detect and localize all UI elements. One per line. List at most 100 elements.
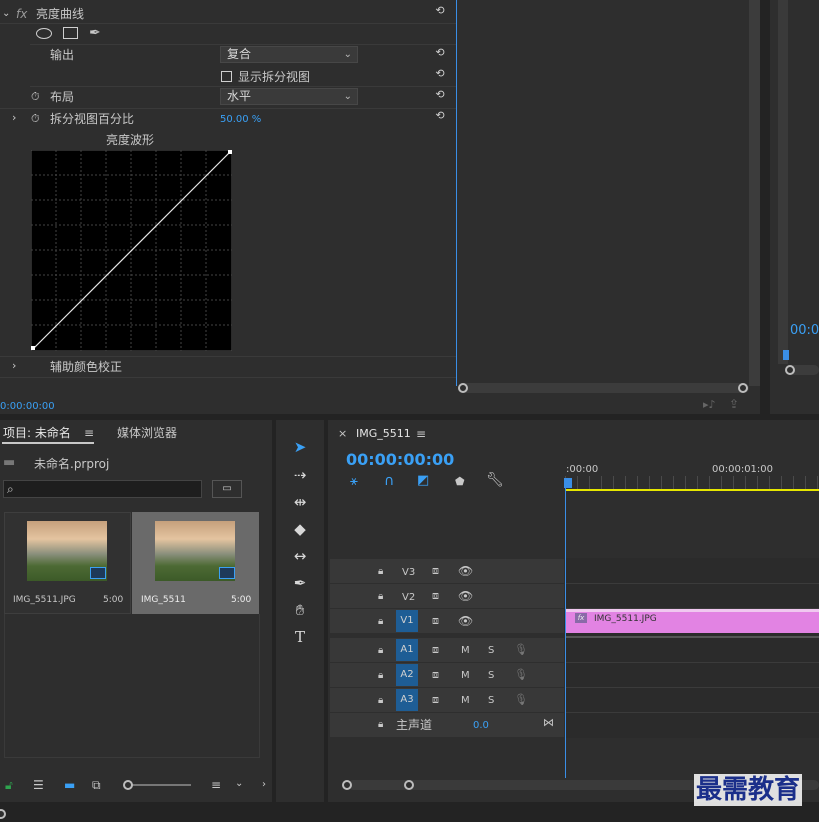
lock-icon[interactable]: 🔒︎: [378, 669, 383, 683]
track-target-a1[interactable]: A1: [396, 639, 418, 661]
search-input[interactable]: [3, 480, 202, 498]
microphone-icon[interactable]: 🎙︎: [514, 693, 528, 707]
slip-tool-icon[interactable]: ↔: [288, 545, 312, 567]
rectangle-mask-icon[interactable]: [63, 27, 78, 39]
fx-label[interactable]: fx: [16, 7, 27, 21]
razor-tool-icon[interactable]: ◆: [288, 518, 312, 540]
mute-button[interactable]: M: [461, 669, 470, 683]
mute-button[interactable]: M: [461, 644, 470, 658]
selection-tool-icon[interactable]: ➤: [288, 436, 312, 458]
lock-icon[interactable]: 🔓︎: [5, 778, 13, 792]
toggle-sync-lock-icon[interactable]: ⧈: [432, 668, 439, 682]
chevron-down-icon[interactable]: ⌄: [235, 777, 243, 791]
microphone-icon[interactable]: 🎙︎: [514, 668, 528, 682]
lock-icon[interactable]: 🔒︎: [378, 590, 383, 604]
work-area-bar[interactable]: [565, 489, 819, 491]
freeform-view-icon[interactable]: ⧉: [92, 778, 101, 792]
lock-icon[interactable]: 🔒︎: [378, 644, 383, 658]
chevron-right-icon[interactable]: ›: [12, 359, 16, 373]
solo-button[interactable]: S: [488, 644, 494, 658]
effect-controls-timecode[interactable]: 0:00:00:00: [0, 400, 55, 414]
chevron-right-icon[interactable]: ›: [12, 111, 16, 125]
stopwatch-icon[interactable]: ⏱: [31, 90, 40, 104]
pen-tool-icon[interactable]: ✒: [288, 572, 312, 594]
sequence-tab[interactable]: IMG_5511: [356, 427, 411, 441]
chevron-down-icon[interactable]: ⌄: [2, 7, 10, 21]
timeline-timecode[interactable]: 00:00:00:00: [346, 451, 454, 469]
audio-only-icon[interactable]: ▸♪: [703, 398, 716, 412]
ripple-edit-tool-icon[interactable]: ⇹: [288, 491, 312, 513]
toggle-sync-lock-icon[interactable]: ⧈: [432, 564, 439, 578]
tab-media-browser[interactable]: 媒体浏览器: [117, 426, 177, 440]
track-target-a2[interactable]: A2: [396, 664, 418, 686]
settings-wrench-icon[interactable]: 🔧︎: [486, 473, 504, 487]
lock-icon[interactable]: 🔒︎: [378, 694, 383, 708]
toggle-sync-lock-icon[interactable]: ⧈: [432, 643, 439, 657]
nest-toggle-icon[interactable]: ⚹: [350, 475, 358, 489]
playhead-marker[interactable]: [564, 478, 572, 488]
lock-icon[interactable]: 🔒︎: [378, 718, 383, 732]
time-ruler[interactable]: [565, 476, 819, 490]
toggle-sync-lock-icon[interactable]: ⧈: [432, 589, 439, 603]
export-icon[interactable]: ⇪: [729, 397, 739, 411]
reset-icon[interactable]: ⟲: [433, 47, 447, 59]
scroll-handle-left[interactable]: [785, 365, 795, 375]
zoom-slider[interactable]: [127, 784, 191, 786]
track-target-a3[interactable]: A3: [396, 689, 418, 711]
hand-tool-icon[interactable]: ✋︎: [288, 599, 312, 621]
solo-button[interactable]: S: [488, 694, 494, 708]
split-view-checkbox[interactable]: [221, 71, 232, 82]
list-view-icon[interactable]: ☰: [33, 778, 44, 792]
close-icon[interactable]: ×: [338, 427, 347, 441]
effect-timeline-scrollbar[interactable]: [459, 383, 749, 393]
tab-project[interactable]: 项目: 未命名: [3, 426, 71, 440]
icon-view-icon[interactable]: ▬: [64, 778, 75, 792]
pen-mask-icon[interactable]: ✒: [89, 26, 101, 40]
more-icon[interactable]: ›: [262, 778, 266, 792]
scroll-handle-right[interactable]: [404, 780, 414, 790]
go-to-edit-icon[interactable]: ⋈: [543, 716, 554, 730]
reset-icon[interactable]: ⟲: [433, 5, 447, 17]
split-percent-value[interactable]: 50.00 %: [220, 113, 261, 127]
reset-icon[interactable]: ⟲: [433, 110, 447, 122]
type-tool-icon[interactable]: T: [288, 626, 312, 648]
layout-dropdown[interactable]: 水平 ⌄: [220, 88, 358, 105]
track-select-tool-icon[interactable]: ⇢: [288, 464, 312, 486]
microphone-icon[interactable]: 🎙︎: [514, 643, 528, 657]
program-timecode[interactable]: 00:0: [790, 324, 819, 338]
effect-controls-scrollbar[interactable]: [749, 0, 760, 386]
eye-icon[interactable]: 👁︎: [458, 589, 473, 603]
mute-button[interactable]: M: [461, 694, 470, 708]
add-marker-icon[interactable]: ⬟: [455, 475, 465, 489]
lock-icon[interactable]: 🔒︎: [378, 565, 383, 579]
scroll-handle-left[interactable]: [342, 780, 352, 790]
solo-button[interactable]: S: [488, 669, 494, 683]
stopwatch-icon[interactable]: ⏱: [31, 112, 40, 126]
linked-selection-icon[interactable]: ◩: [417, 474, 429, 488]
reset-icon[interactable]: ⟲: [433, 89, 447, 101]
eye-icon[interactable]: 👁︎: [458, 564, 473, 578]
toggle-sync-lock-icon[interactable]: ⧈: [432, 614, 439, 628]
sort-icon[interactable]: ≡: [211, 778, 221, 792]
effect-timeline-playhead[interactable]: [456, 0, 457, 386]
toggle-sync-lock-icon[interactable]: ⧈: [432, 693, 439, 707]
menu-icon[interactable]: ≡: [416, 427, 426, 441]
scroll-handle-left[interactable]: [458, 383, 468, 393]
new-bin-button[interactable]: ▭: [212, 480, 242, 498]
reset-icon[interactable]: ⟲: [433, 68, 447, 80]
scroll-handle-right[interactable]: [738, 383, 748, 393]
program-playhead-icon[interactable]: [783, 350, 789, 360]
track-label-v2[interactable]: V2: [402, 591, 415, 605]
snap-icon[interactable]: ∩: [384, 474, 394, 488]
zoom-slider-handle[interactable]: [123, 780, 133, 790]
track-target-v1[interactable]: V1: [396, 610, 418, 632]
eye-icon[interactable]: 👁︎: [458, 614, 473, 628]
output-dropdown[interactable]: 复合 ⌄: [220, 46, 358, 63]
track-label-v3[interactable]: V3: [402, 566, 415, 580]
program-monitor-scrollbar[interactable]: [778, 0, 788, 364]
timeline-playhead[interactable]: [565, 488, 566, 778]
luma-curve-graph[interactable]: [31, 150, 232, 351]
lock-icon[interactable]: 🔒︎: [378, 615, 383, 629]
ellipse-mask-icon[interactable]: [36, 28, 52, 39]
master-value[interactable]: 0.0: [473, 719, 489, 733]
